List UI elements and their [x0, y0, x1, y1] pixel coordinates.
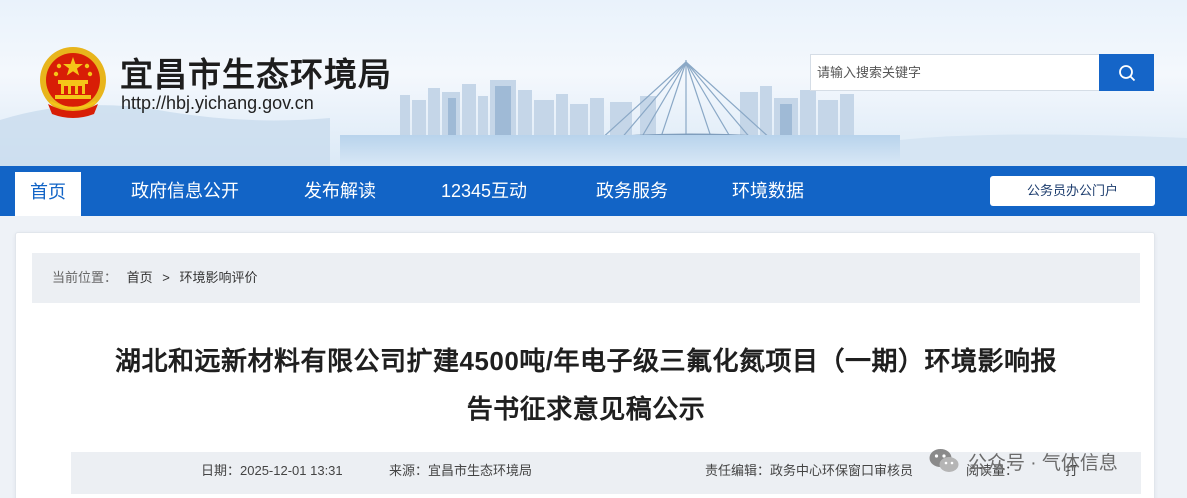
search-icon	[1118, 64, 1135, 81]
breadcrumb-home[interactable]: 首页	[127, 270, 153, 285]
breadcrumb: 当前位置： 首页 > 环境影响评价	[32, 253, 1140, 303]
breadcrumb-label: 当前位置：	[52, 270, 118, 285]
site-header: 宜昌市生态环境局 http://hbj.yichang.gov.cn	[0, 0, 1187, 166]
wechat-icon	[929, 449, 959, 472]
article-title-line1: 湖北和远新材料有限公司扩建4500吨/年电子级三氟化氮项目（一期）环境影响报	[114, 346, 1058, 376]
nav-item-gov-info[interactable]: 政府信息公开	[131, 166, 239, 216]
meta-editor: 责任编辑：政务中心环保窗口审核员	[705, 463, 914, 478]
search-button[interactable]	[1099, 54, 1154, 91]
national-emblem-icon	[40, 47, 106, 118]
wechat-watermark: 公众号 · 气体信息	[928, 444, 1118, 478]
main-nav: 首页 政府信息公开 发布解读 12345互动 政务服务 环境数据 公务员办公门户	[0, 166, 1187, 216]
breadcrumb-separator: >	[162, 270, 170, 285]
civil-servant-portal-button[interactable]: 公务员办公门户	[990, 176, 1155, 206]
nav-item-home[interactable]: 首页	[15, 172, 81, 216]
watermark-text: 公众号 · 气体信息	[968, 452, 1118, 474]
search-input[interactable]	[810, 54, 1100, 91]
meta-source: 来源：宜昌市生态环境局	[389, 463, 533, 478]
nav-item-services[interactable]: 政务服务	[596, 166, 668, 216]
nav-item-12345[interactable]: 12345互动	[441, 166, 527, 216]
article-title-line2: 告书征求意见稿公示	[466, 394, 706, 424]
article-title: 湖北和远新材料有限公司扩建4500吨/年电子级三氟化氮项目（一期）环境影响报 告…	[56, 337, 1116, 433]
meta-date: 日期：2025-12-01 13:31	[201, 463, 343, 478]
breadcrumb-category[interactable]: 环境影响评价	[180, 270, 258, 285]
nav-item-release[interactable]: 发布解读	[304, 166, 376, 216]
site-title: 宜昌市生态环境局	[120, 56, 392, 93]
nav-item-env-data[interactable]: 环境数据	[732, 166, 804, 216]
site-url: http://hbj.yichang.gov.cn	[121, 93, 314, 113]
